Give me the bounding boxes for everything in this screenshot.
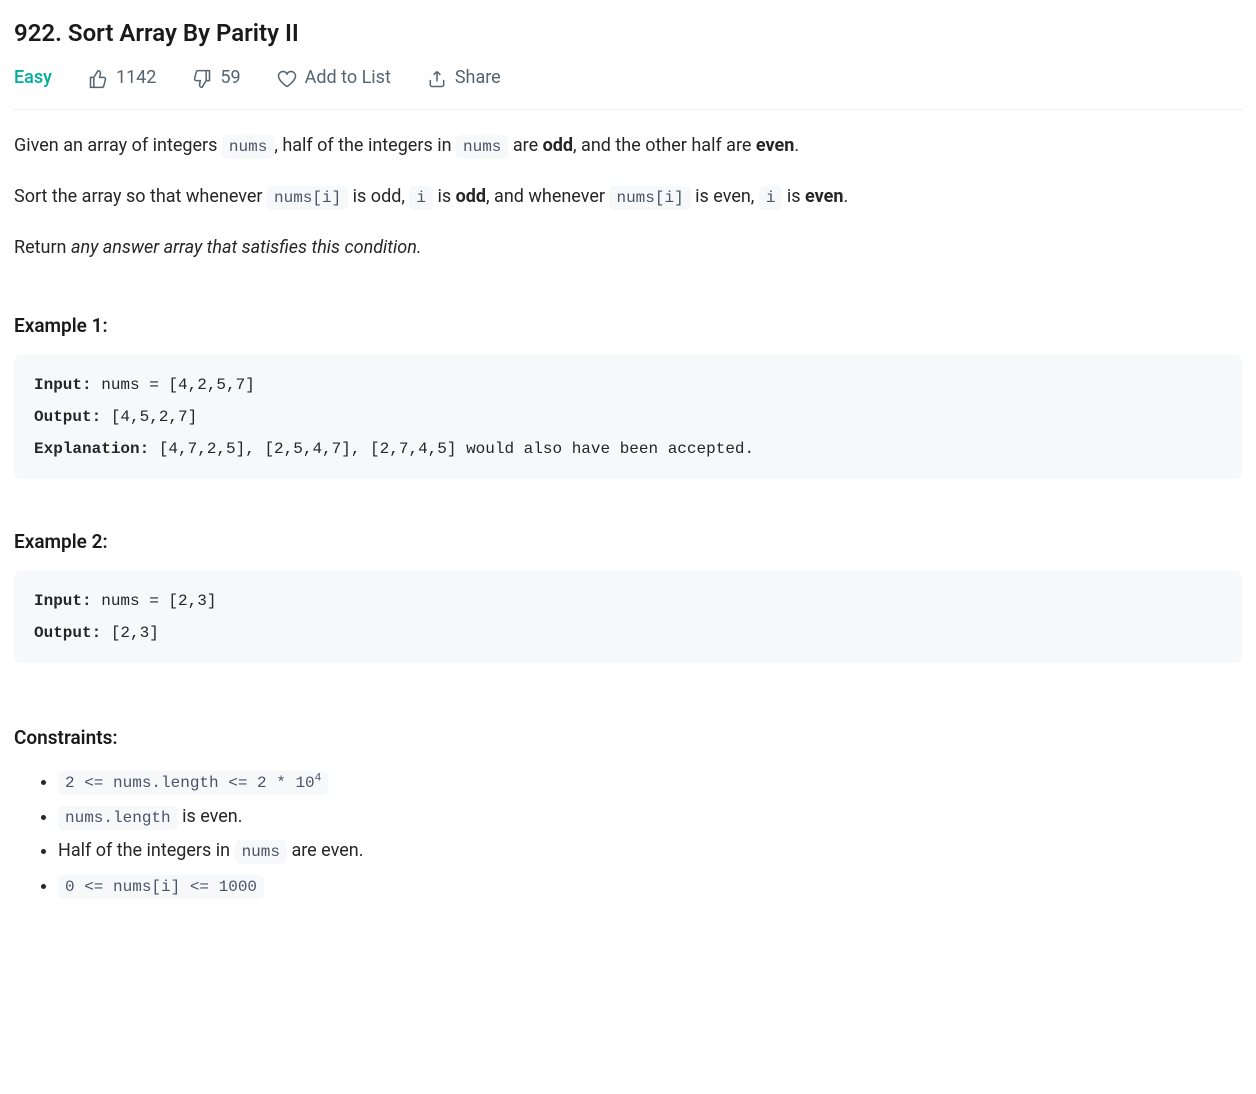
difficulty-badge: Easy [14, 64, 52, 93]
constraint-item: nums.length is even. [58, 803, 1242, 832]
constraints-heading: Constraints: [14, 723, 1242, 753]
meta-row: Easy 1142 59 Add to List Share [14, 64, 1242, 110]
heart-icon [277, 69, 297, 89]
code-inline: 2 <= nums.length <= 2 * 104 [58, 771, 328, 795]
description-paragraph: Given an array of integers nums, half of… [14, 132, 1242, 161]
code-inline: i [409, 186, 433, 210]
thumbs-up-icon [88, 69, 108, 89]
example-block: Input: nums = [4,2,5,7] Output: [4,5,2,7… [14, 355, 1242, 479]
constraint-item: Half of the integers in nums are even. [58, 837, 1242, 866]
constraint-item: 0 <= nums[i] <= 1000 [58, 872, 1242, 901]
description-paragraph: Sort the array so that whenever nums[i] … [14, 183, 1242, 212]
dislike-button[interactable]: 59 [192, 64, 240, 93]
code-inline: 0 <= nums[i] <= 1000 [58, 875, 264, 899]
thumbs-down-icon [192, 69, 212, 89]
code-inline: i [759, 186, 783, 210]
add-to-list-label: Add to List [305, 64, 391, 93]
problem-description: Given an array of integers nums, half of… [14, 132, 1242, 901]
code-inline: nums.length [58, 806, 178, 830]
constraints-list: 2 <= nums.length <= 2 * 104 nums.length … [14, 768, 1242, 901]
description-paragraph: Return any answer array that satisfies t… [14, 234, 1242, 263]
like-count: 1142 [116, 64, 156, 93]
code-inline: nums [222, 135, 274, 159]
code-inline: nums[i] [609, 186, 690, 210]
constraint-item: 2 <= nums.length <= 2 * 104 [58, 768, 1242, 797]
example-block: Input: nums = [2,3] Output: [2,3] [14, 571, 1242, 663]
code-inline: nums[i] [267, 186, 348, 210]
share-button[interactable]: Share [427, 64, 501, 93]
add-to-list-button[interactable]: Add to List [277, 64, 391, 93]
problem-title: 922. Sort Array By Parity II [14, 14, 1242, 52]
example-heading: Example 2: [14, 527, 1242, 557]
example-heading: Example 1: [14, 311, 1242, 341]
share-label: Share [455, 64, 501, 93]
dislike-count: 59 [220, 64, 240, 93]
share-icon [427, 69, 447, 89]
code-inline: nums [456, 135, 508, 159]
like-button[interactable]: 1142 [88, 64, 156, 93]
code-inline: nums [235, 840, 287, 864]
